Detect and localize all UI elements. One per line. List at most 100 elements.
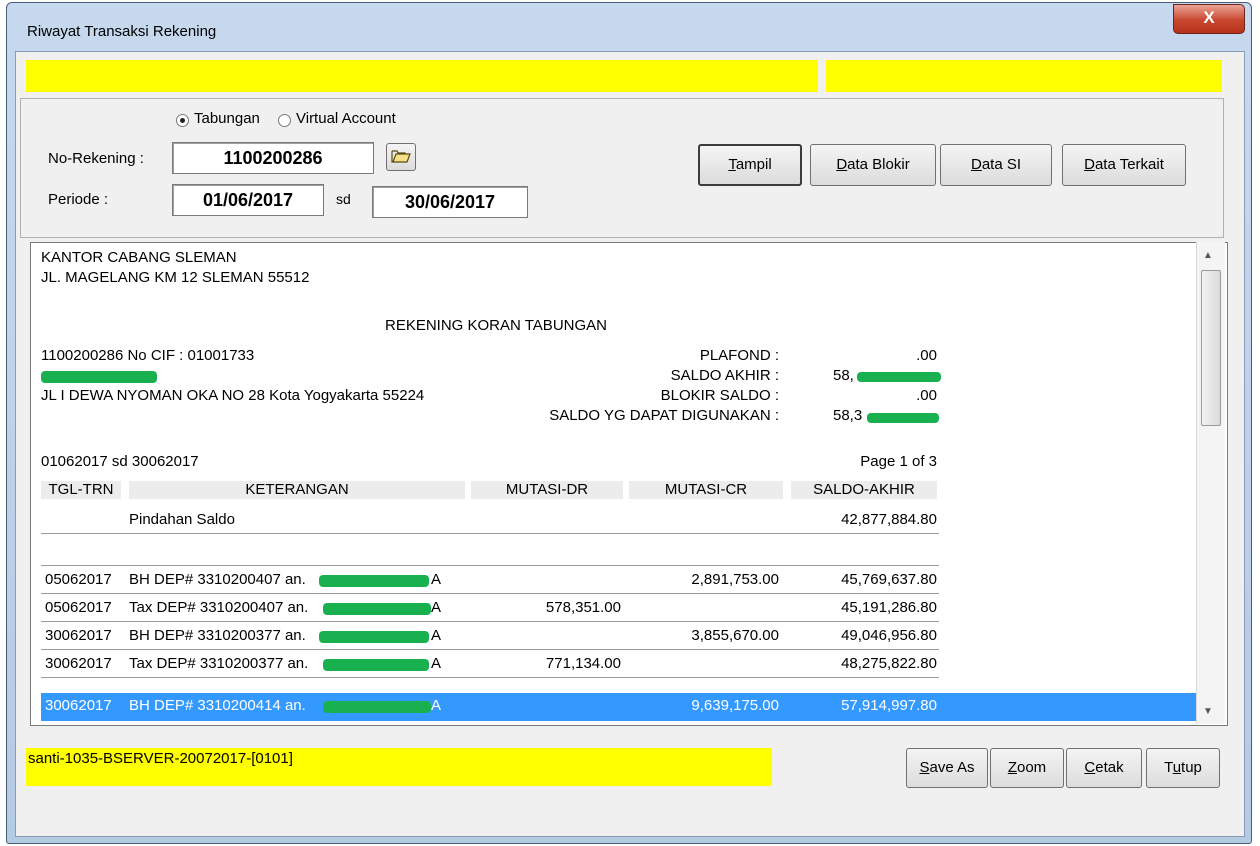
row-3-keterangan: Tax DEP# 3310200377 an.	[129, 655, 309, 672]
summary-value-blokir: .00	[916, 387, 937, 404]
data-terkait-button[interactable]: Data Terkait	[1062, 144, 1186, 186]
tutup-button-hotkey: u	[1172, 759, 1182, 776]
row-0-keterangan: BH DEP# 3310200407 an.	[129, 571, 306, 588]
row-4-keterangan: BH DEP# 3310200414 an.	[129, 697, 306, 714]
save-as-button-label: ave As	[929, 759, 975, 776]
row-1-suffix: A	[431, 599, 442, 616]
page-indicator: Page 1 of 3	[860, 453, 937, 470]
tutup-button[interactable]: Tutup	[1146, 748, 1220, 788]
redacted-customer-name	[41, 371, 157, 383]
tampil-button-label: ampil	[735, 156, 772, 173]
row-separator	[41, 621, 939, 622]
period-text: 01062017 sd 30062017	[41, 453, 199, 470]
row-1-saldo: 45,191,286.80	[841, 599, 937, 616]
save-as-button[interactable]: Save As	[906, 748, 988, 788]
data-blokir-button-hotkey: D	[836, 156, 848, 173]
summary-label-blokir: BLOKIR SALDO :	[660, 387, 779, 404]
tutup-button-label: tup	[1181, 759, 1202, 776]
data-blokir-button-label: ata Blokir	[847, 156, 910, 173]
report-title: REKENING KORAN TABUNGAN	[385, 317, 607, 334]
summary-label-saldo-digunakan: SALDO YG DAPAT DIGUNAKAN :	[549, 407, 779, 424]
cetak-button[interactable]: Cetak	[1066, 748, 1142, 788]
no-rekening-label: No-Rekening :	[48, 150, 144, 167]
redacted-saldo-digunakan	[867, 413, 939, 423]
redacted-saldo-akhir	[857, 372, 941, 382]
row-4-saldo: 57,914,997.80	[841, 697, 937, 714]
row-3-dr: 771,134.00	[545, 655, 621, 672]
status-bar: santi-1035-BSERVER-20072017-[0101]	[26, 748, 772, 786]
info-bar-right	[826, 60, 1222, 92]
row-1-tgl: 05062017	[45, 599, 112, 616]
report-scrollbar[interactable]: ▲ ▼	[1196, 242, 1225, 724]
radio-virtual-account[interactable]	[278, 114, 291, 127]
zoom-button-label: oom	[1016, 759, 1047, 776]
summary-value-plafond: .00	[916, 347, 937, 364]
close-button[interactable]: X	[1173, 4, 1245, 34]
no-rekening-input[interactable]: 1100200286	[172, 142, 374, 174]
radio-tabungan-label: Tabungan	[194, 110, 260, 127]
redacted-name	[323, 659, 429, 671]
radio-virtual-account-label: Virtual Account	[296, 110, 396, 127]
col-header-keterangan: KETERANGAN	[129, 481, 465, 499]
summary-label-plafond: PLAFOND :	[699, 347, 779, 364]
row-4-cr: 9,639,175.00	[691, 697, 779, 714]
redacted-name	[319, 631, 429, 643]
title-bar: Riwayat Transaksi Rekening X	[7, 3, 1251, 49]
browse-account-button[interactable]	[386, 143, 416, 171]
row-3-suffix: A	[431, 655, 442, 672]
col-header-saldo-akhir: SALDO-AKHIR	[791, 481, 937, 499]
row-0-saldo: 45,769,637.80	[841, 571, 937, 588]
opening-saldo: 42,877,884.80	[841, 511, 937, 528]
cetak-button-hotkey: C	[1084, 759, 1096, 776]
info-bar-left	[26, 60, 818, 92]
row-separator	[41, 565, 939, 566]
radio-tabungan[interactable]	[176, 114, 189, 127]
row-0-cr: 2,891,753.00	[691, 571, 779, 588]
status-text: santi-1035-BSERVER-20072017-[0101]	[28, 750, 293, 767]
row-separator	[41, 593, 939, 594]
row-2-keterangan: BH DEP# 3310200377 an.	[129, 627, 306, 644]
row-separator	[41, 649, 939, 650]
row-2-tgl: 30062017	[45, 627, 112, 644]
scroll-up-arrow-icon[interactable]: ▲	[1203, 250, 1213, 261]
row-1-dr: 578,351.00	[545, 599, 621, 616]
data-si-button[interactable]: Data SI	[940, 144, 1052, 186]
periode-label: Periode :	[48, 191, 109, 208]
opening-keterangan: Pindahan Saldo	[129, 511, 235, 528]
tampil-button[interactable]: Tampil	[698, 144, 802, 186]
branch-name: KANTOR CABANG SLEMAN	[41, 249, 237, 266]
row-separator	[41, 677, 939, 678]
row-4-suffix: A	[431, 697, 442, 714]
folder-open-icon	[391, 150, 411, 163]
redacted-name	[323, 603, 431, 615]
report-view[interactable]: KANTOR CABANG SLEMAN JL. MAGELANG KM 12 …	[30, 242, 1228, 726]
data-terkait-button-hotkey: D	[1084, 156, 1095, 173]
periode-from-input[interactable]: 01/06/2017	[172, 184, 324, 216]
data-si-button-hotkey: D	[970, 156, 982, 173]
periode-to-input[interactable]: 30/06/2017	[372, 186, 528, 218]
zoom-button-hotkey: Z	[1007, 759, 1017, 776]
zoom-button[interactable]: Zoom	[990, 748, 1064, 788]
row-2-suffix: A	[431, 627, 442, 644]
summary-value-saldo-akhir: 58,	[833, 367, 854, 384]
col-header-mutasi-cr: MUTASI-CR	[629, 481, 783, 499]
row-2-saldo: 49,046,956.80	[841, 627, 937, 644]
scroll-down-arrow-icon[interactable]: ▼	[1203, 706, 1213, 717]
redacted-name	[323, 701, 431, 713]
row-0-tgl: 05062017	[45, 571, 112, 588]
row-2-cr: 3,855,670.00	[691, 627, 779, 644]
row-1-keterangan: Tax DEP# 3310200407 an.	[129, 599, 309, 616]
row-3-saldo: 48,275,822.80	[841, 655, 937, 672]
scrollbar-thumb[interactable]	[1201, 270, 1221, 426]
row-separator	[41, 533, 939, 534]
window-title: Riwayat Transaksi Rekening	[27, 23, 217, 40]
col-header-tgl-trn: TGL-TRN	[41, 481, 121, 499]
row-0-suffix: A	[431, 571, 442, 588]
data-terkait-button-label: ata Terkait	[1094, 156, 1164, 173]
account-line: 1100200286 No CIF : 01001733	[41, 347, 255, 364]
sd-label: sd	[336, 191, 351, 207]
save-as-button-hotkey: S	[919, 759, 930, 776]
row-3-tgl: 30062017	[45, 655, 112, 672]
tampil-button-hotkey: T	[728, 156, 736, 173]
data-blokir-button[interactable]: Data Blokir	[810, 144, 936, 186]
